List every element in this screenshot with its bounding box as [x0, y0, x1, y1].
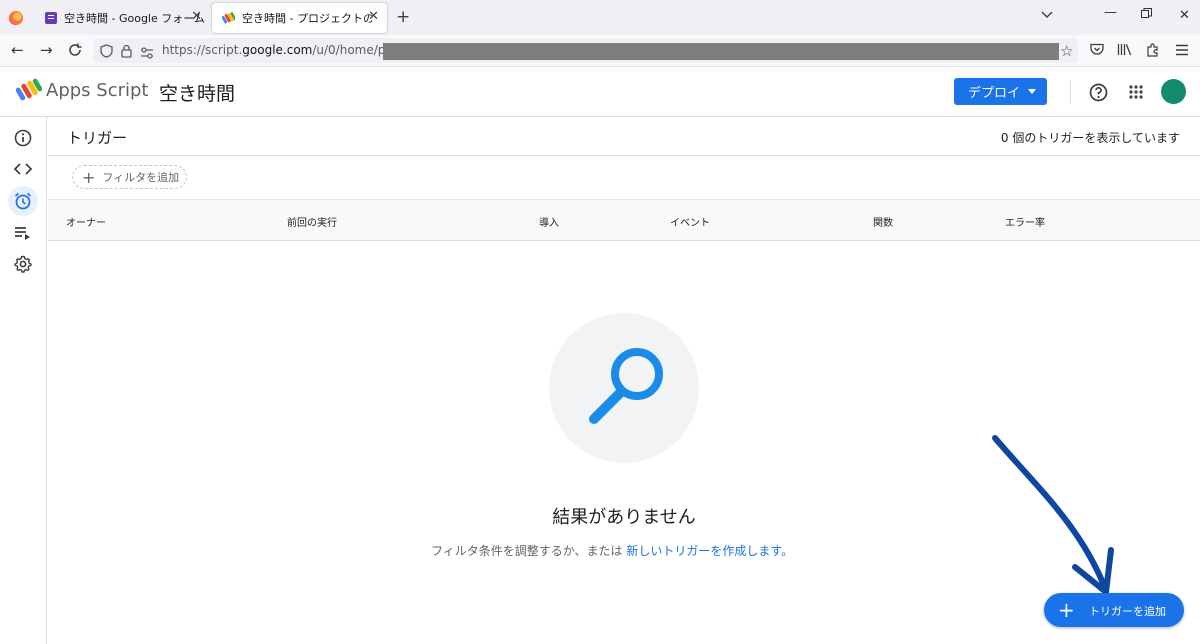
browser-tab-forms[interactable]: 空き時間 - Google フォーム ✕ — [35, 3, 210, 33]
url-redacted-region — [383, 43, 1059, 60]
account-avatar[interactable] — [1161, 79, 1186, 104]
close-window-icon[interactable]: ✕ — [1179, 8, 1190, 23]
browser-tab-apps-script[interactable]: 空き時間 - プロジェクトのトリガー - A ✕ — [212, 3, 387, 33]
sidebar-item-editor[interactable] — [8, 154, 38, 184]
browser-nav-bar: ← → https://script.google.com/u/0/home/p… — [0, 35, 1200, 67]
column-header-last-run[interactable]: 前回の実行 — [287, 214, 337, 229]
add-trigger-button[interactable]: + トリガーを追加 — [1044, 593, 1184, 627]
column-header-event[interactable]: イベント — [670, 214, 710, 229]
gear-icon — [14, 255, 32, 273]
add-filter-label: フィルタを追加 — [102, 171, 180, 184]
url-bar[interactable]: https://script.google.com/u/0/home/proje… — [93, 38, 1078, 63]
apps-script-logo-icon[interactable] — [16, 78, 42, 102]
sidebar-item-overview[interactable] — [8, 123, 38, 153]
table-header: オーナー 前回の実行 導入 イベント 関数 エラー率 — [48, 199, 1200, 241]
plus-icon: + — [1058, 598, 1075, 622]
empty-state-hint: フィルタ条件を調整するか、または — [431, 544, 627, 558]
empty-state-illustration — [549, 313, 699, 463]
magnifying-glass-icon — [589, 348, 663, 424]
sidebar-item-triggers[interactable] — [8, 186, 38, 216]
left-sidebar — [0, 117, 47, 644]
browser-tab-strip: 空き時間 - Google フォーム ✕ 空き時間 - プロジェクトのトリガー … — [0, 0, 1200, 35]
close-tab-icon[interactable]: ✕ — [191, 9, 202, 24]
list-play-icon — [15, 227, 30, 240]
column-header-owner[interactable]: オーナー — [66, 214, 106, 229]
reload-icon[interactable] — [68, 43, 82, 60]
list-all-tabs-chevron-icon[interactable] — [1041, 8, 1053, 23]
sidebar-item-executions[interactable] — [8, 218, 38, 248]
firefox-logo-icon[interactable] — [9, 11, 23, 25]
minimize-window-icon[interactable]: — — [1104, 5, 1117, 20]
restore-window-icon[interactable] — [1141, 8, 1152, 23]
apps-script-favicon-icon — [222, 12, 235, 24]
divider — [48, 155, 1200, 156]
help-icon[interactable] — [1089, 83, 1108, 106]
url-domain: google.com — [242, 43, 313, 57]
create-new-trigger-link[interactable]: 新しいトリガーを作成します。 — [626, 544, 793, 558]
tab-title: 空き時間 - プロジェクトのトリガー - A — [242, 12, 372, 25]
hamburger-menu-icon[interactable] — [1175, 43, 1189, 59]
tab-title: 空き時間 - Google フォーム — [64, 12, 205, 25]
url-prefix: https://script. — [162, 43, 243, 57]
column-header-deployment[interactable]: 導入 — [539, 214, 559, 229]
extensions-icon[interactable] — [1146, 43, 1160, 60]
bookmark-star-icon[interactable]: ☆ — [1060, 42, 1073, 60]
add-filter-button[interactable]: + フィルタを追加 — [72, 165, 187, 189]
library-icon[interactable] — [1117, 43, 1132, 59]
plus-icon: + — [82, 167, 96, 187]
caret-down-icon — [1028, 89, 1036, 94]
code-icon — [14, 163, 32, 175]
close-tab-icon[interactable]: ✕ — [368, 9, 379, 24]
pocket-icon[interactable] — [1090, 43, 1104, 59]
header-divider — [1070, 80, 1071, 104]
lock-icon[interactable] — [121, 43, 132, 62]
column-header-error-rate[interactable]: エラー率 — [1005, 214, 1045, 229]
new-tab-plus-icon[interactable]: + — [396, 7, 410, 27]
app-header: Apps Script 空き時間 デプロイ — [0, 67, 1200, 117]
shield-icon[interactable] — [100, 43, 113, 62]
forward-arrow-icon[interactable]: → — [40, 42, 53, 58]
permissions-icon[interactable] — [140, 44, 154, 63]
alarm-clock-icon — [14, 192, 32, 210]
google-apps-grid-icon[interactable] — [1129, 84, 1143, 103]
google-forms-icon — [45, 12, 57, 24]
deploy-label: デプロイ — [968, 86, 1021, 101]
product-name[interactable]: Apps Script — [46, 80, 148, 101]
deploy-button[interactable]: デプロイ — [954, 78, 1047, 105]
info-icon — [14, 129, 32, 147]
page-title: トリガー — [67, 129, 128, 147]
column-header-function[interactable]: 関数 — [873, 214, 893, 229]
back-arrow-icon[interactable]: ← — [11, 42, 24, 58]
trigger-count-text: 0 個のトリガーを表示しています — [1000, 131, 1180, 145]
sidebar-item-settings[interactable] — [8, 249, 38, 279]
add-trigger-label: トリガーを追加 — [1089, 605, 1166, 618]
project-title[interactable]: 空き時間 — [159, 79, 235, 106]
annotation-arrow — [992, 435, 1114, 595]
empty-state-subtitle: フィルタ条件を調整するか、または 新しいトリガーを作成します。 — [431, 542, 793, 559]
